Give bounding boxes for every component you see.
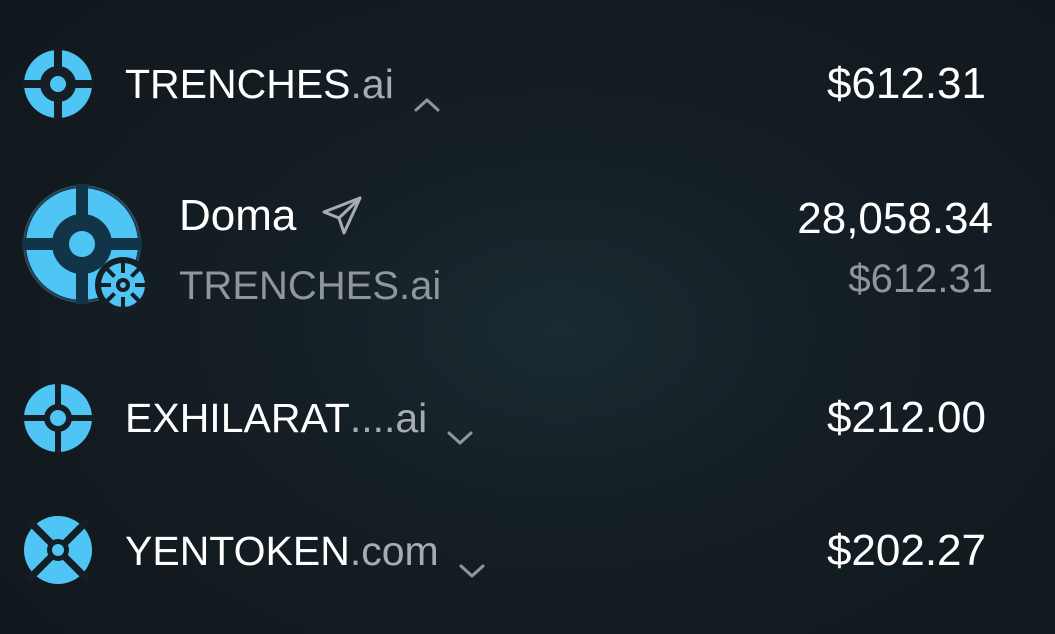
doma-network-badge-icon <box>94 256 152 314</box>
chevron-up-icon[interactable] <box>412 75 442 112</box>
domain-name: TRENCHES .ai <box>125 60 442 112</box>
domain-row-yentoken[interactable]: YENTOKEN .com $202.27 <box>0 503 1055 603</box>
token-amount: 28,058.34 <box>797 194 993 243</box>
chevron-down-icon[interactable] <box>457 542 487 578</box>
x-split-logo-icon <box>22 514 94 586</box>
chevron-down-icon[interactable] <box>445 409 475 445</box>
domain-tld: .com <box>349 528 439 574</box>
token-name-line: Doma <box>179 190 364 242</box>
token-name: Doma <box>179 191 297 240</box>
domain-label: TRENCHES <box>125 61 351 107</box>
send-icon[interactable] <box>320 194 364 238</box>
domain-name: YENTOKEN .com <box>125 527 487 578</box>
token-fiat-value: $612.31 <box>848 257 993 301</box>
token-domain: TRENCHES.ai <box>179 264 442 308</box>
domain-tld: .ai <box>350 61 394 107</box>
domain-label: YENTOKEN <box>125 528 350 574</box>
domain-tld: ....ai <box>349 395 428 441</box>
domain-row-trenches[interactable]: TRENCHES .ai $612.31 <box>0 0 1055 170</box>
domain-value: $612.31 <box>826 59 986 108</box>
domain-name: EXHILARAT ....ai <box>125 394 475 445</box>
domain-value: $202.27 <box>826 526 986 575</box>
quad-petal-logo-icon <box>22 382 94 454</box>
domain-value: $212.00 <box>826 393 986 442</box>
crosshair-logo-icon <box>22 48 94 120</box>
domain-label: EXHILARAT <box>125 395 350 441</box>
domain-row-exhilarat[interactable]: EXHILARAT ....ai $212.00 <box>0 370 1055 470</box>
